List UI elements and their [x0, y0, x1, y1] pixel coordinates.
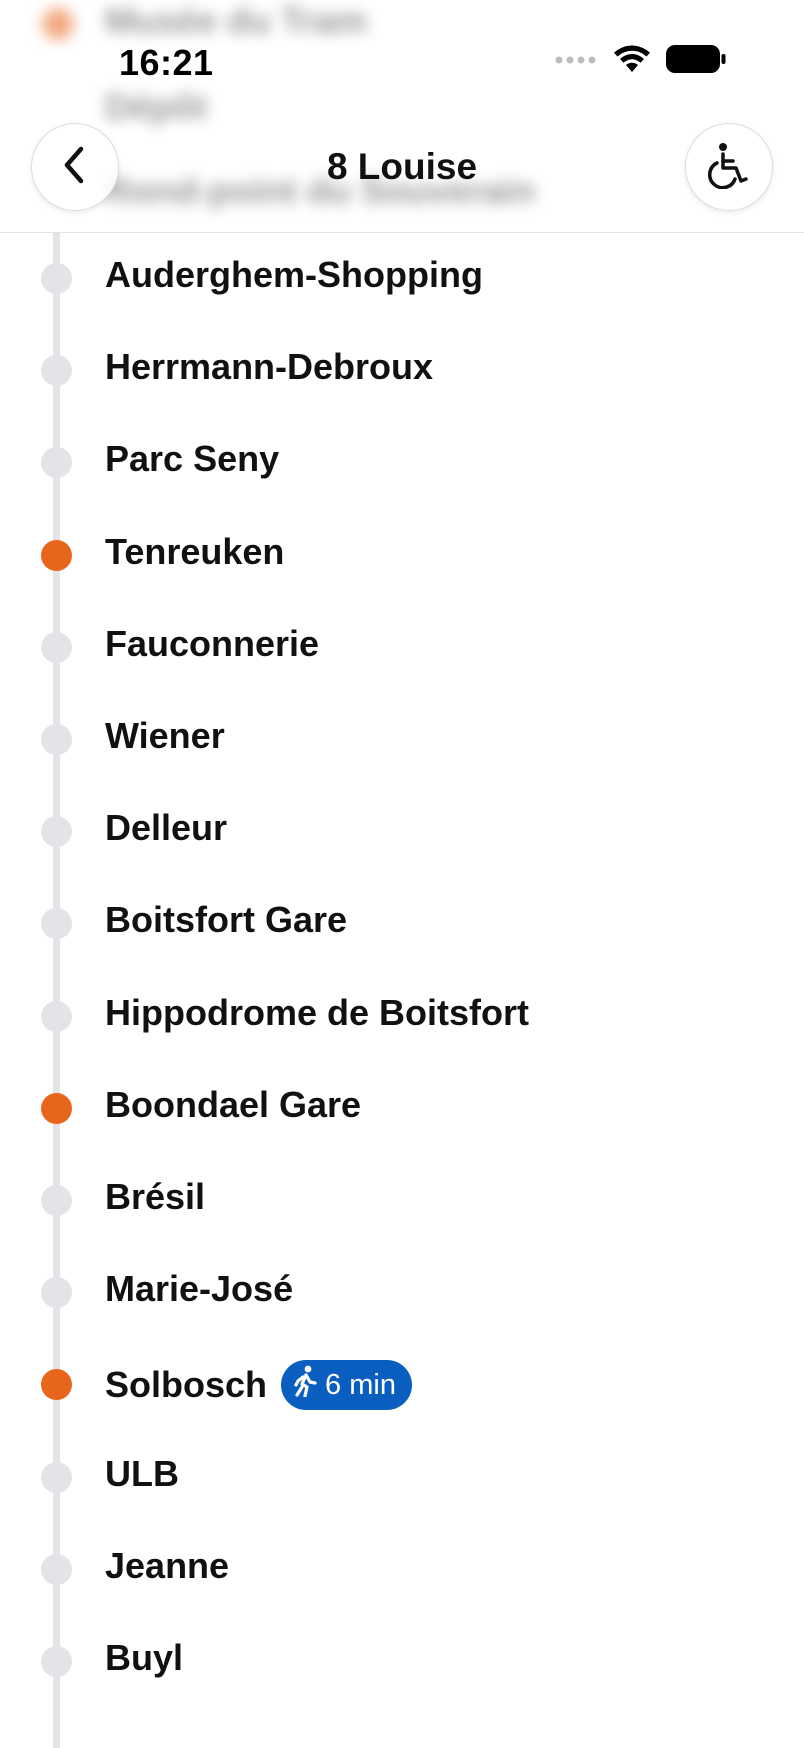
stop-name: Auderghem-Shopping — [105, 254, 483, 295]
stop-row[interactable]: Boitsfort Gare — [0, 877, 804, 969]
stop-node — [41, 1553, 72, 1585]
walk-time-badge[interactable]: 6 min — [281, 1360, 412, 1411]
stop-name: ULB — [105, 1452, 179, 1494]
battery-icon — [666, 45, 726, 78]
stop-node — [41, 1277, 72, 1309]
stop-name: Delleur — [105, 807, 228, 849]
stop-name-wrapper: Auderghem-Shopping — [105, 254, 483, 296]
stop-row[interactable]: Brésil — [0, 1154, 804, 1246]
walk-time-label: 6 min — [325, 1368, 396, 1401]
stop-name-wrapper: Solbosch 6 min — [105, 1360, 412, 1411]
stop-node — [41, 631, 72, 663]
stop-row[interactable]: Boondael Gare — [0, 1062, 804, 1154]
stop-row[interactable]: Marie-José — [0, 1246, 804, 1338]
stop-name: Boondael Gare — [105, 1083, 362, 1125]
accessibility-button[interactable] — [685, 123, 773, 211]
stop-name-wrapper: Hippodrome de Boitsfort — [105, 992, 529, 1034]
stop-name-wrapper: Fauconnerie — [105, 623, 319, 665]
stop-name: Buyl — [105, 1637, 184, 1678]
stop-row[interactable]: Parc Seny — [0, 416, 804, 508]
stop-row[interactable]: Tenreuken — [0, 509, 804, 601]
stop-row[interactable]: Hippodrome de Boitsfort — [0, 970, 804, 1062]
stop-name-wrapper: Herrmann-Debroux — [105, 346, 433, 388]
signal-dots-icon — [554, 53, 598, 71]
stop-node-active — [41, 539, 72, 571]
stop-name: Herrmann-Debroux — [105, 346, 434, 388]
stop-row[interactable]: Solbosch 6 min — [0, 1338, 804, 1430]
page-title: 8 Louise — [326, 146, 478, 187]
stop-row[interactable]: Delleur — [0, 785, 804, 877]
stop-row[interactable]: Herrmann-Debroux — [0, 324, 804, 416]
stop-name: Hippodrome de Boitsfort — [105, 991, 529, 1033]
stop-name-wrapper: Boitsfort Gare — [105, 899, 347, 941]
stop-name: Boitsfort Gare — [105, 899, 348, 941]
stop-list: Auderghem-Shopping Herrmann-Debroux Parc S… — [0, 233, 804, 1748]
stop-node — [41, 1000, 72, 1032]
stop-name: Wiener — [105, 715, 225, 756]
stop-name: Fauconnerie — [105, 622, 320, 664]
stop-node-active — [41, 1092, 72, 1124]
wifi-icon — [612, 44, 652, 79]
status-time: 16:21 — [119, 42, 214, 83]
stop-node — [41, 816, 72, 848]
status-icons — [554, 44, 726, 79]
stop-name: Parc Seny — [105, 438, 280, 480]
stop-node — [41, 263, 72, 294]
stop-node — [41, 1185, 72, 1216]
stop-node — [41, 908, 72, 940]
stop-name: Jeanne — [105, 1544, 230, 1586]
stop-row[interactable]: Buyl — [0, 1615, 804, 1707]
stop-name-wrapper: Tenreuken — [105, 531, 284, 573]
stop-name-wrapper: Delleur — [105, 807, 227, 849]
stop-node — [41, 355, 72, 387]
stop-name-wrapper: ULB — [105, 1453, 179, 1495]
stop-name-wrapper: Boondael Gare — [105, 1084, 361, 1126]
stop-row[interactable]: Wiener — [0, 693, 804, 785]
stop-row[interactable]: Jeanne — [0, 1523, 804, 1615]
stop-node — [41, 1461, 72, 1493]
stop-name-wrapper: Wiener — [105, 715, 225, 757]
walking-person-icon — [293, 1365, 319, 1405]
stop-row[interactable]: ULB — [0, 1431, 804, 1523]
stop-node — [41, 724, 72, 755]
stop-name-wrapper: Brésil — [105, 1176, 205, 1218]
stop-name: Tenreuken — [105, 530, 285, 572]
stop-name: Brésil — [105, 1176, 206, 1217]
stop-name-wrapper: Parc Seny — [105, 438, 279, 480]
stop-row[interactable]: Auderghem-Shopping — [0, 232, 804, 324]
stop-name-wrapper: Marie-José — [105, 1268, 293, 1310]
stop-name: Marie-José — [105, 1268, 294, 1310]
stop-node — [41, 447, 72, 479]
line-header: 8 Louise — [0, 110, 804, 233]
stop-name: Solbosch — [105, 1364, 268, 1406]
stop-node — [41, 1646, 72, 1677]
stop-name-wrapper: Jeanne — [105, 1545, 229, 1587]
stop-name-wrapper: Buyl — [105, 1637, 183, 1679]
stop-node-active — [41, 1369, 72, 1401]
stop-row[interactable]: Fauconnerie — [0, 601, 804, 693]
wheelchair-icon — [706, 141, 752, 194]
status-bar: 16:21 — [0, 0, 804, 110]
screen: Musée du Tram Dépôt Rond-point du Souver… — [0, 0, 804, 1748]
